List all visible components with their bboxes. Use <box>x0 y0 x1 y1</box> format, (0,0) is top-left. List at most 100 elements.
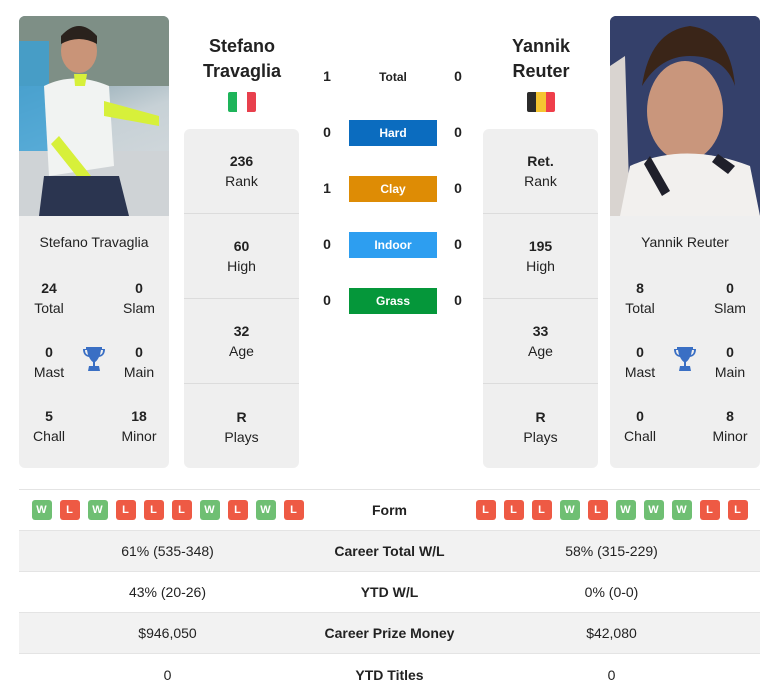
stat-value: R <box>535 408 546 425</box>
stat-label: Slam <box>123 300 155 316</box>
stat-value: 0 <box>636 344 644 360</box>
form-badge-win[interactable]: W <box>199 500 220 520</box>
stat-value: 8 <box>636 280 644 296</box>
stat-label: Age <box>229 343 254 359</box>
stat-value: 0 <box>726 280 734 296</box>
stat-value: 18 <box>131 408 147 424</box>
player2-age: 33 Age <box>483 299 598 384</box>
h2h-surface-grass[interactable]: Grass <box>349 288 437 314</box>
stat-value: 0 <box>135 280 143 296</box>
form-badge-loss[interactable]: L <box>699 500 720 520</box>
player1-career-wl: 61% (535-348) <box>121 543 214 559</box>
player1-last-name: Travaglia <box>202 61 282 81</box>
h2h-p1-count: 0 <box>323 124 331 140</box>
player1-high: 60 High <box>184 214 299 299</box>
stat-label: Rank <box>524 173 557 189</box>
form-badge-win[interactable]: W <box>87 500 108 520</box>
player2-career-wl: 58% (315-229) <box>565 543 658 559</box>
player2-minor-titles: 8 Minor <box>700 406 760 446</box>
player1-rank: 236 Rank <box>184 129 299 214</box>
h2h-p1-count: 1 <box>323 68 331 84</box>
player1-header[interactable]: Stefano Travaglia <box>184 34 300 84</box>
stat-value: 8 <box>726 408 734 424</box>
form-badge-loss[interactable]: L <box>143 500 164 520</box>
player2-mast-titles: 0 Mast <box>610 342 670 382</box>
h2h-p1-count: 0 <box>323 236 331 252</box>
stat-label: Mast <box>624 364 656 380</box>
h2h-hard-row: 0 Hard 0 <box>310 120 475 146</box>
form-badge-loss[interactable]: L <box>171 500 192 520</box>
stat-value: Ret. <box>527 153 554 169</box>
ytd-titles-row: 0 YTD Titles 0 <box>19 654 760 695</box>
form-badge-win[interactable]: W <box>643 500 664 520</box>
stat-value: 0 <box>135 344 143 360</box>
player2-high: 195 High <box>483 214 598 299</box>
form-badge-loss[interactable]: L <box>227 500 248 520</box>
form-badge-win[interactable]: W <box>559 500 580 520</box>
stat-label: Age <box>528 343 553 359</box>
form-badge-win[interactable]: W <box>671 500 692 520</box>
h2h-p1-count: 0 <box>323 292 331 308</box>
player1-chall-titles: 5 Chall <box>19 406 79 446</box>
h2h-p2-count: 0 <box>454 180 462 196</box>
player2-ytd-wl: 0% (0-0) <box>584 584 639 600</box>
career-wl-label: Career Total W/L <box>334 543 445 559</box>
prize-money-row: $946,050 Career Prize Money $42,080 <box>19 613 760 654</box>
stat-value: 32 <box>233 323 250 339</box>
form-badge-win[interactable]: W <box>31 500 52 520</box>
form-badge-win[interactable]: W <box>255 500 276 520</box>
stat-label: Rank <box>225 173 258 189</box>
player2-chall-titles: 0 Chall <box>610 406 670 446</box>
player2-ytd-titles: 0 <box>607 666 616 683</box>
form-badge-loss[interactable]: L <box>59 500 80 520</box>
form-badge-loss[interactable]: L <box>283 500 304 520</box>
form-badge-loss[interactable]: L <box>115 500 136 520</box>
stat-label: Slam <box>714 300 746 316</box>
stat-label: Chall <box>33 428 65 444</box>
player2-name[interactable]: Yannik Reuter <box>610 234 760 250</box>
trophy-icon <box>83 347 105 371</box>
form-badge-loss[interactable]: L <box>727 500 748 520</box>
stat-label: High <box>227 258 256 274</box>
stat-label: High <box>526 258 555 274</box>
player1-slam-titles: 0 Slam <box>109 278 169 318</box>
stat-value: 5 <box>45 408 53 424</box>
form-badge-win[interactable]: W <box>615 500 636 520</box>
player2-main-titles: 0 Main <box>700 342 760 382</box>
player2-form: LLLWLWWWLL <box>463 500 760 520</box>
h2h-grass-row: 0 Grass 0 <box>310 288 475 314</box>
stat-label: Chall <box>624 428 656 444</box>
h2h-surface-indoor[interactable]: Indoor <box>349 232 437 258</box>
form-badge-loss[interactable]: L <box>531 500 552 520</box>
player1-mast-titles: 0 Mast <box>19 342 79 382</box>
stat-label: Minor <box>712 428 748 444</box>
player2-rank: Ret. Rank <box>483 129 598 214</box>
form-badge-loss[interactable]: L <box>587 500 608 520</box>
player1-photo[interactable] <box>19 16 169 216</box>
form-badge-loss[interactable]: L <box>503 500 524 520</box>
ytd-wl-label: YTD W/L <box>360 584 419 600</box>
player1-name[interactable]: Stefano Travaglia <box>19 234 169 250</box>
player1-photo-image <box>19 16 169 216</box>
player2-last-name: Reuter <box>512 61 570 81</box>
player1-first-name: Stefano <box>208 36 275 56</box>
stat-label: Plays <box>224 428 259 445</box>
stat-label: Main <box>123 364 155 380</box>
h2h-surface-hard[interactable]: Hard <box>349 120 437 146</box>
flag-stripe <box>228 92 238 112</box>
stat-value: 33 <box>532 323 549 339</box>
stat-label: Total <box>34 300 64 316</box>
h2h-p2-count: 0 <box>454 236 462 252</box>
h2h-surface-clay[interactable]: Clay <box>349 176 437 202</box>
stat-label: Plays <box>523 428 558 445</box>
player1-ytd-wl: 43% (20-26) <box>128 584 207 600</box>
stat-label: Mast <box>33 364 65 380</box>
player2-photo[interactable] <box>610 16 760 216</box>
stat-value: 236 <box>229 153 254 169</box>
player2-slam-titles: 0 Slam <box>700 278 760 318</box>
player2-header[interactable]: Yannik Reuter <box>483 34 599 84</box>
form-badge-loss[interactable]: L <box>475 500 496 520</box>
stat-value: 24 <box>41 280 57 296</box>
stat-label: Minor <box>121 428 157 444</box>
belgium-flag-icon <box>527 92 555 112</box>
